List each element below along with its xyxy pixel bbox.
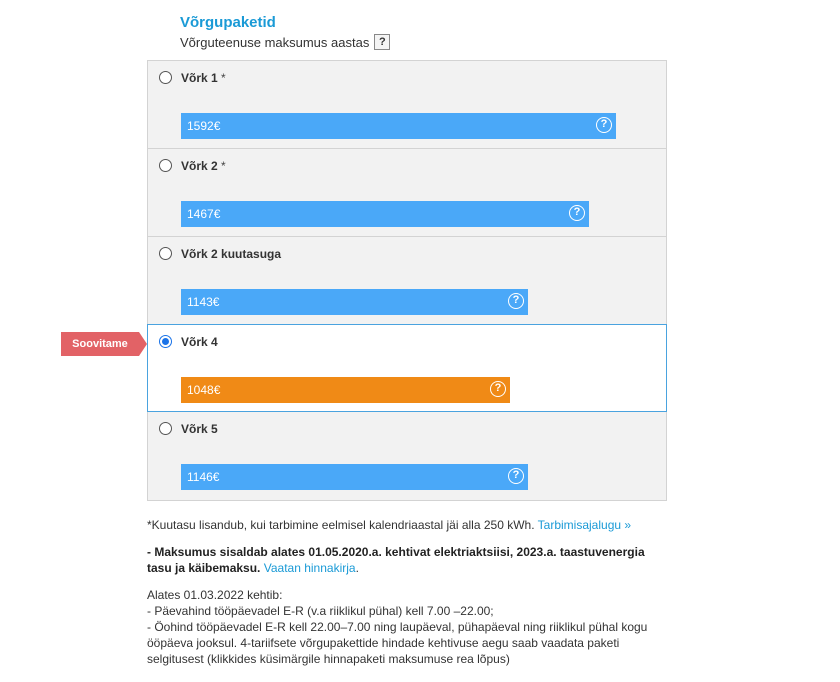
question-icon[interactable]: ?: [596, 117, 612, 133]
price-list-link[interactable]: Vaatan hinnakirja: [264, 561, 356, 575]
price-value: 1048€: [187, 383, 221, 397]
footnote: *Kuutasu lisandub, kui tarbimine eelmise…: [147, 517, 667, 533]
price-value: 1467€: [187, 207, 221, 221]
package-row[interactable]: Võrk 1 * 1592€ ?: [147, 60, 667, 148]
price-bar: 1592€ ?: [181, 113, 616, 139]
price-value: 1146€: [187, 470, 220, 484]
package-row[interactable]: Võrk 2 * 1467€ ?: [147, 148, 667, 236]
package-row-selected[interactable]: Võrk 4 1048€ ?: [147, 324, 667, 412]
package-list: Võrk 1 * 1592€ ? Võrk 2 * 1467€ ? Võrk 2…: [147, 60, 667, 501]
package-name[interactable]: Võrk 2 kuutasuga: [181, 247, 281, 261]
package-radio-selected[interactable]: [159, 335, 172, 348]
question-icon[interactable]: ?: [490, 381, 506, 397]
price-bar: 1467€ ?: [181, 201, 589, 227]
consumption-history-link[interactable]: Tarbimisajalugu »: [538, 518, 631, 532]
price-info-text: - Maksumus sisaldab alates 01.05.2020.a.…: [147, 545, 645, 575]
footnote-text: *Kuutasu lisandub, kui tarbimine eelmise…: [147, 518, 535, 532]
page-title: Võrgupaketid: [180, 14, 276, 31]
price-value: 1143€: [187, 295, 220, 309]
price-bar: 1146€ ?: [181, 464, 528, 490]
price-info: - Maksumus sisaldab alates 01.05.2020.a.…: [147, 544, 667, 576]
package-name[interactable]: Võrk 2 *: [181, 159, 226, 173]
package-radio[interactable]: [159, 71, 172, 84]
price-info-end: .: [355, 561, 359, 575]
tariff-info: Alates 01.03.2022 kehtib: - Päevahind tö…: [147, 587, 667, 667]
price-bar: 1143€ ?: [181, 289, 528, 315]
help-icon[interactable]: ?: [374, 34, 391, 50]
price-value: 1592€: [187, 119, 221, 133]
tariff-line: - Päevahind tööpäevadel E-R (v.a riiklik…: [147, 604, 494, 618]
page: Võrgupaketid Võrguteenuse maksumus aasta…: [0, 0, 840, 682]
page-subtitle: Võrguteenuse maksumus aastas ?: [180, 34, 391, 50]
question-icon[interactable]: ?: [569, 205, 585, 221]
recommend-badge: Soovitame: [61, 332, 147, 356]
package-name[interactable]: Võrk 1 *: [181, 71, 226, 85]
package-row[interactable]: Võrk 2 kuutasuga 1143€ ?: [147, 236, 667, 324]
package-radio[interactable]: [159, 422, 172, 435]
package-name[interactable]: Võrk 4: [181, 335, 218, 349]
package-row[interactable]: Võrk 5 1146€ ?: [147, 412, 667, 501]
subtitle-text: Võrguteenuse maksumus aastas: [180, 34, 370, 50]
price-bar: 1048€ ?: [181, 377, 510, 403]
package-name[interactable]: Võrk 5: [181, 422, 218, 436]
package-radio[interactable]: [159, 159, 172, 172]
tariff-line: - Öohind tööpäevadel E-R kell 22.00–7.00…: [147, 620, 648, 666]
question-icon[interactable]: ?: [508, 293, 524, 309]
tariff-line: Alates 01.03.2022 kehtib:: [147, 588, 283, 602]
package-radio[interactable]: [159, 247, 172, 260]
question-icon[interactable]: ?: [508, 468, 524, 484]
